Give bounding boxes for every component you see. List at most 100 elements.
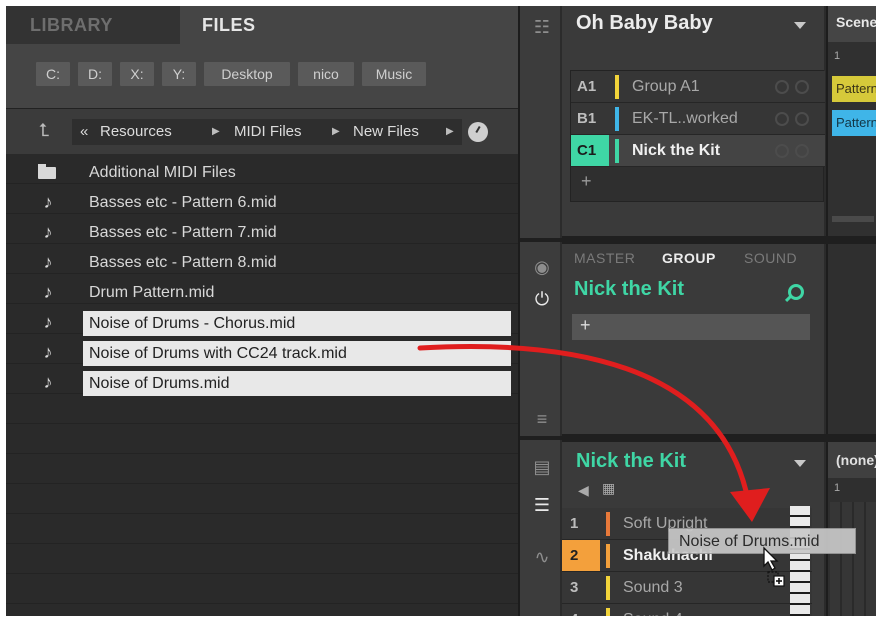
location-nico-button[interactable]: nico	[298, 62, 354, 86]
file-name: Drum Pattern.mid	[89, 284, 215, 301]
sound-number: 1	[570, 515, 579, 532]
chevron-down-icon[interactable]	[794, 460, 806, 467]
file-name: Additional MIDI Files	[89, 164, 236, 181]
breadcrumb-item-midi-files[interactable]: MIDI Files	[234, 119, 302, 145]
chevron-down-icon[interactable]	[794, 22, 806, 29]
piano-keys[interactable]	[790, 506, 810, 616]
breadcrumb: « Resources ▶ MIDI Files ▶ New Files ▶	[72, 119, 462, 145]
list-item[interactable]: ♪ Basses etc - Pattern 6.mid	[6, 188, 518, 218]
list-item-selected[interactable]: ♪ Noise of Drums.mid	[6, 368, 518, 398]
solo-knob-icon[interactable]	[795, 144, 809, 158]
group-id: B1	[577, 110, 597, 127]
scene-ruler: 1	[834, 50, 841, 62]
record-knob-icon[interactable]: ◉	[531, 256, 553, 278]
browser-panel: LIBRARY FILES C: D: X: Y: Desktop nico M…	[6, 6, 518, 616]
group-color-strip	[615, 139, 619, 163]
group-id: C1	[571, 135, 609, 166]
divider	[520, 436, 562, 440]
sound-color-strip	[606, 544, 610, 568]
file-name: Noise of Drums.mid	[83, 371, 511, 396]
divider	[520, 238, 562, 242]
sound-name: Sound 3	[623, 579, 683, 596]
sound-number: 4	[562, 604, 600, 616]
location-c-button[interactable]: C:	[36, 62, 70, 86]
breadcrumb-separator-icon: ▶	[446, 126, 454, 137]
add-plugin-button[interactable]: +	[580, 315, 591, 336]
plugin-icon[interactable]: ⏻	[531, 288, 553, 310]
breadcrumb-item-new-files[interactable]: New Files	[353, 119, 419, 145]
sound-color-strip	[606, 512, 610, 536]
divider	[562, 236, 876, 244]
midi-note-icon: ♪	[43, 312, 53, 332]
breadcrumb-back-icon[interactable]: «	[80, 119, 88, 145]
group-name: EK-TL..worked	[632, 110, 738, 127]
list-item[interactable]: ♪ Drum Pattern.mid	[6, 278, 518, 308]
sound-color-strip	[606, 576, 610, 600]
tab-master[interactable]: MASTER	[574, 250, 635, 266]
mixer-icon[interactable]: ☷	[531, 16, 553, 38]
solo-knob-icon[interactable]	[795, 112, 809, 126]
folder-icon	[38, 164, 56, 179]
grid-view-icon[interactable]: ▤	[531, 456, 553, 478]
history-clock-icon[interactable]	[468, 122, 488, 142]
parent-folder-icon[interactable]: ⮤	[34, 120, 54, 140]
tab-files[interactable]: FILES	[180, 6, 518, 44]
list-item[interactable]: Additional MIDI Files	[6, 158, 518, 188]
main-area: ☷ ◉ ⏻ ≡ ▤ ☰ ∿ Oh Baby Baby A1 Group A1 B…	[518, 6, 876, 616]
location-x-button[interactable]: X:	[120, 62, 154, 86]
list-item-selected[interactable]: ♪ Noise of Drums - Chorus.mid	[6, 308, 518, 338]
scene-scrollbar[interactable]	[832, 216, 874, 222]
group-panel: Oh Baby Baby A1 Group A1 B1 EK-TL..worke…	[562, 6, 825, 238]
control-side-area	[826, 244, 876, 436]
mute-knob-icon[interactable]	[775, 80, 789, 94]
sound-number: 2	[562, 540, 600, 571]
list-item-selected[interactable]: ♪ Noise of Drums with CC24 track.mid	[6, 338, 518, 368]
breadcrumb-separator-icon: ▶	[212, 126, 220, 137]
tab-sound[interactable]: SOUND	[744, 250, 797, 266]
collapse-icon[interactable]: ≡	[531, 408, 553, 430]
solo-knob-icon[interactable]	[795, 80, 809, 94]
location-d-button[interactable]: D:	[78, 62, 112, 86]
scene-panel: Scene 1 Pattern Pattern	[826, 6, 876, 238]
group-title[interactable]: Nick the Kit	[576, 450, 686, 473]
project-title[interactable]: Oh Baby Baby	[576, 12, 713, 35]
scene-header[interactable]: Scene	[828, 6, 876, 42]
mouse-cursor-icon	[763, 546, 785, 587]
pattern-name[interactable]: (none)	[828, 442, 876, 478]
scene-clip[interactable]: Pattern	[832, 76, 876, 102]
control-title: Nick the Kit	[574, 278, 685, 300]
midi-note-icon: ♪	[43, 222, 53, 242]
location-desktop-button[interactable]: Desktop	[204, 62, 290, 86]
speaker-icon[interactable]: ◀	[578, 482, 589, 499]
mute-knob-icon[interactable]	[775, 112, 789, 126]
tab-library[interactable]: LIBRARY	[6, 6, 180, 44]
sound-row-4[interactable]: 4 Sound 4	[562, 604, 812, 616]
keyboard-view-icon[interactable]: ☰	[531, 494, 553, 516]
step-grid[interactable]	[830, 502, 876, 616]
group-row-b1[interactable]: B1 EK-TL..worked	[571, 103, 825, 135]
side-strip: ☷ ◉ ⏻ ≡ ▤ ☰ ∿	[518, 6, 562, 616]
list-item[interactable]: ♪ Basses etc - Pattern 8.mid	[6, 248, 518, 278]
location-music-button[interactable]: Music	[362, 62, 426, 86]
browser-tabs: LIBRARY FILES	[6, 6, 518, 44]
plugin-slot[interactable]: +	[572, 314, 810, 340]
midi-note-icon: ♪	[43, 342, 53, 362]
waveform-icon[interactable]: ∿	[531, 546, 553, 568]
midi-note-icon: ♪	[43, 372, 53, 392]
file-name: Basses etc - Pattern 6.mid	[89, 194, 277, 211]
mute-knob-icon[interactable]	[775, 144, 789, 158]
tab-group[interactable]: GROUP	[662, 250, 716, 266]
add-group-button[interactable]: +	[581, 171, 592, 192]
group-row-c1[interactable]: C1 Nick the Kit	[571, 135, 825, 167]
search-icon[interactable]	[788, 284, 804, 300]
grid-icon[interactable]: ▦	[602, 480, 615, 497]
location-y-button[interactable]: Y:	[162, 62, 196, 86]
group-id: A1	[577, 78, 597, 95]
breadcrumb-item-resources[interactable]: Resources	[100, 119, 172, 145]
list-item[interactable]: ♪ Basses etc - Pattern 7.mid	[6, 218, 518, 248]
group-name: Nick the Kit	[632, 142, 721, 159]
group-row-a1[interactable]: A1 Group A1	[571, 71, 825, 103]
scene-clip[interactable]: Pattern	[832, 110, 876, 136]
file-list: Additional MIDI Files ♪ Basses etc - Pat…	[6, 154, 518, 616]
control-panel: MASTER GROUP SOUND Nick the Kit +	[562, 244, 824, 436]
